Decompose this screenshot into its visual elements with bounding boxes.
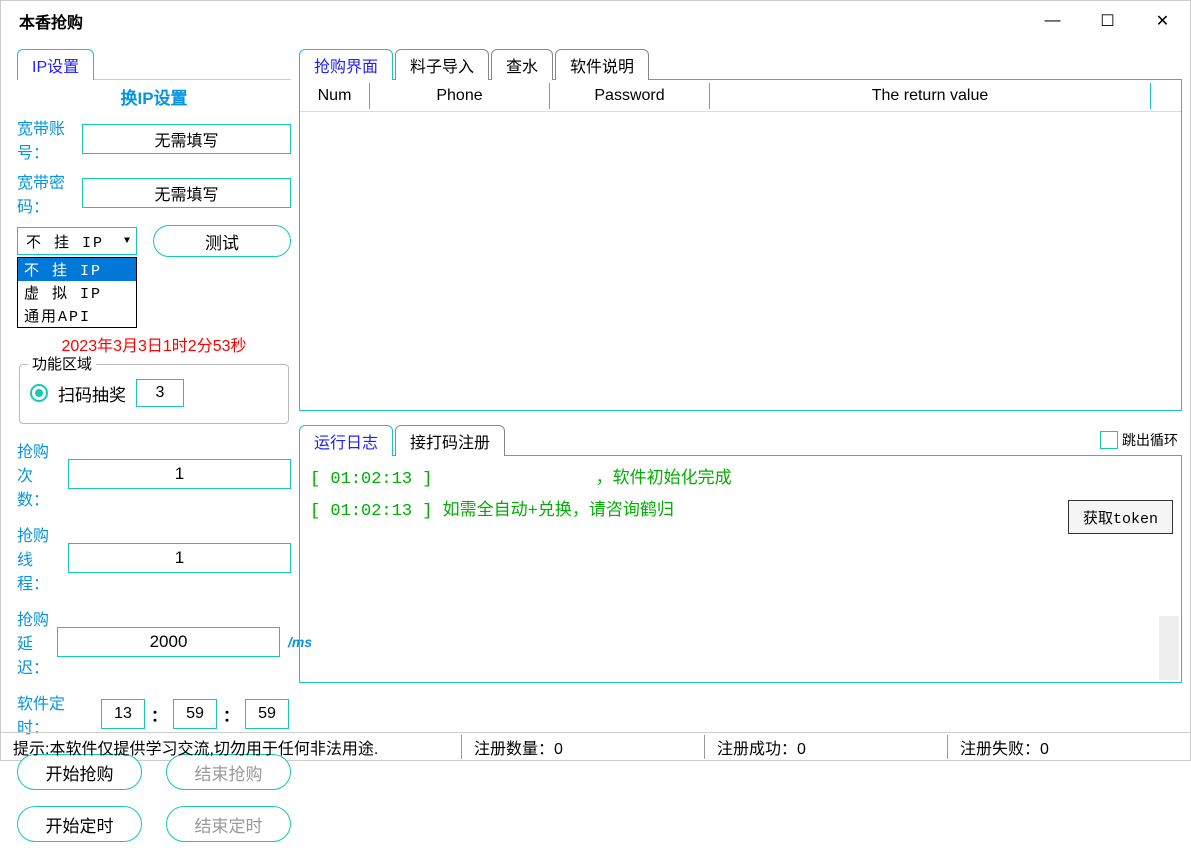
col-spacer: [1151, 92, 1181, 100]
status-bar: 提示:本软件仅提供学习交流,切勿用于任何非法用途. 注册数量：0 注册成功：0 …: [1, 732, 1190, 760]
status-reg-fail: 注册失败：0: [947, 735, 1190, 759]
col-return: The return value: [710, 83, 1151, 109]
status-hint: 提示:本软件仅提供学习交流,切勿用于任何非法用途.: [1, 735, 461, 759]
ip-mode-option-api[interactable]: 通用API: [18, 304, 136, 327]
get-token-button[interactable]: 获取token: [1068, 500, 1173, 534]
tab-captcha-register[interactable]: 接打码注册: [395, 425, 505, 456]
buy-count-label: 抢购次数：: [17, 438, 60, 510]
status-reg-ok: 注册成功：0: [704, 735, 947, 759]
ip-mode-option-virtual[interactable]: 虚 拟 IP: [18, 281, 136, 304]
broadband-password-input[interactable]: [82, 178, 291, 208]
col-num: Num: [300, 83, 370, 109]
window-buttons: — ☐ ✕: [1025, 4, 1190, 39]
table-panel: Num Phone Password The return value: [299, 79, 1182, 411]
broadband-account-input[interactable]: [82, 124, 291, 154]
skip-loop-checkbox[interactable]: [1100, 431, 1118, 449]
scan-lottery-value-input[interactable]: [136, 379, 184, 407]
table-header-row: Num Phone Password The return value: [300, 80, 1181, 112]
ip-mode-dropdown: 不 挂 IP 虚 拟 IP 通用API: [17, 257, 137, 328]
ip-mode-selected-value: 不 挂 IP: [26, 231, 104, 252]
scrollbar[interactable]: [1159, 616, 1179, 680]
timer-second-input[interactable]: [245, 699, 289, 729]
ip-mode-select[interactable]: 不 挂 IP ▼: [17, 227, 137, 255]
buy-threads-label: 抢购线程：: [17, 522, 60, 594]
tab-buy-view[interactable]: 抢购界面: [299, 49, 393, 80]
maximize-button[interactable]: ☐: [1080, 4, 1135, 39]
log-output: [ 01:02:13 ] ，软件初始化完成 [ 01:02:13 ] 如需全自动…: [310, 464, 1171, 674]
colon-sep: ：: [151, 702, 167, 726]
titlebar: 本香抢购 — ☐ ✕: [1, 1, 1190, 41]
test-button[interactable]: 测试: [153, 225, 291, 257]
col-password: Password: [550, 83, 710, 109]
buy-count-input[interactable]: [68, 459, 291, 489]
tab-ip-settings[interactable]: IP设置: [17, 49, 94, 80]
buy-threads-input[interactable]: [68, 543, 291, 573]
window-title: 本香抢购: [19, 9, 83, 33]
tab-check[interactable]: 查水: [491, 49, 553, 80]
buy-delay-input[interactable]: [57, 627, 280, 657]
end-timer-button[interactable]: 结束定时: [166, 806, 291, 842]
timer-label: 软件定时：: [17, 690, 95, 738]
timer-minute-input[interactable]: [173, 699, 217, 729]
ip-settings-heading: 换IP设置: [17, 84, 291, 109]
function-area-legend: 功能区域: [28, 353, 96, 374]
tab-about[interactable]: 软件说明: [555, 49, 649, 80]
ip-mode-option-none[interactable]: 不 挂 IP: [18, 258, 136, 281]
colon-sep: ：: [223, 702, 239, 726]
function-area-fieldset: 功能区域 扫码抽奖: [19, 364, 289, 424]
minimize-button[interactable]: —: [1025, 4, 1080, 39]
timer-hour-input[interactable]: [101, 699, 145, 729]
chevron-down-icon: ▼: [124, 236, 132, 247]
status-reg-total: 注册数量：0: [461, 735, 704, 759]
broadband-password-label: 宽带密码：: [17, 169, 82, 217]
col-phone: Phone: [370, 83, 550, 109]
scan-lottery-label: 扫码抽奖: [58, 381, 126, 406]
log-panel: [ 01:02:13 ] ，软件初始化完成 [ 01:02:13 ] 如需全自动…: [299, 455, 1182, 683]
broadband-account-label: 宽带账号：: [17, 115, 82, 163]
scan-lottery-radio[interactable]: [30, 384, 48, 402]
tab-import[interactable]: 料子导入: [395, 49, 489, 80]
close-button[interactable]: ✕: [1135, 4, 1190, 39]
start-timer-button[interactable]: 开始定时: [17, 806, 142, 842]
table-body[interactable]: [300, 112, 1181, 410]
skip-loop-label: 跳出循环: [1122, 430, 1178, 450]
buy-delay-label: 抢购延迟：: [17, 606, 49, 678]
tab-log[interactable]: 运行日志: [299, 425, 393, 456]
